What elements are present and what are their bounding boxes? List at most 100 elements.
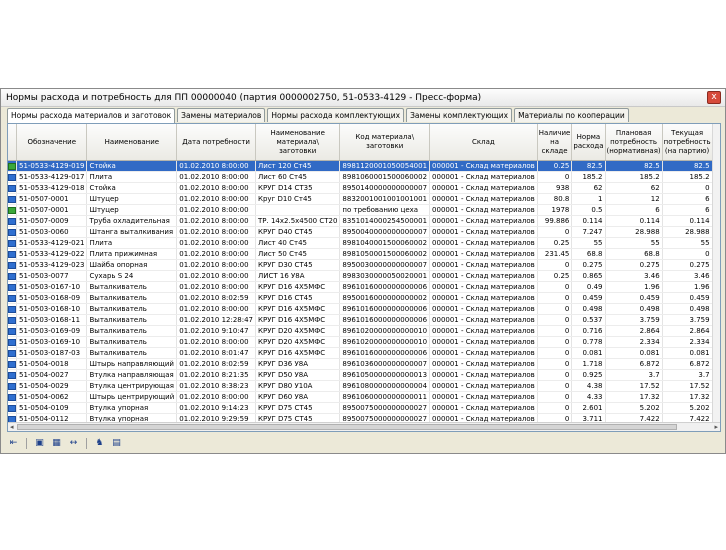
- table-row[interactable]: 51-0503-0060 Штанга выталкивания 01.02.201…: [8, 226, 720, 238]
- table-cell: 8950016000000000002: [339, 292, 431, 304]
- table-row[interactable]: 51-0503-0167-10 Выталкиватель 01.02.2010 8…: [8, 281, 720, 293]
- row-icon-cell: [8, 193, 17, 205]
- horizontal-scrollbar[interactable]: ◂ ▸: [8, 422, 720, 431]
- row-icon-cell: [8, 303, 17, 315]
- table-cell: 8981120001050054001: [339, 160, 431, 172]
- table-row[interactable]: 51-0533-4129-017 Плита 01.02.2010 8:00:00 Л…: [8, 171, 720, 183]
- table-row[interactable]: 51-0503-0169-10 Выталкиватель 01.02.2010 8…: [8, 336, 720, 348]
- table-row[interactable]: 51-0503-0077 Сухарь S 24 01.02.2010 8:00:0…: [8, 270, 720, 282]
- table-row[interactable]: 51-0504-0109 Втулка упорная 01.02.2010 9:1…: [8, 402, 720, 414]
- table-cell: КРУГ D16 4Х5МФС: [255, 303, 341, 315]
- table-cell: 51-0507-0009: [16, 215, 88, 227]
- table-row[interactable]: 51-0504-0062 Штырь центрирующий 01.02.2010…: [8, 391, 720, 403]
- column-header[interactable]: Наименование: [86, 124, 178, 161]
- table-row[interactable]: 51-0507-0009 Труба охладительная 01.02.201…: [8, 215, 720, 227]
- tab-3[interactable]: Замены комплектующих: [406, 108, 513, 122]
- table-cell: [255, 204, 341, 216]
- table-cell: 8981060001500060002: [339, 171, 431, 183]
- column-header[interactable]: Норма расхода: [571, 124, 606, 161]
- table-cell: 01.02.2010 8:00:00: [176, 270, 257, 282]
- table-cell: 0: [537, 380, 573, 392]
- column-header[interactable]: Наличие на складе: [537, 124, 573, 161]
- table-cell: по требованию цеха: [339, 204, 431, 216]
- document-icon: [8, 382, 16, 390]
- table-row[interactable]: 51-0533-4129-022 Плита прижимная 01.02.201…: [8, 248, 720, 260]
- tab-2[interactable]: Нормы расхода комплектующих: [267, 108, 405, 122]
- table-cell: КРУГ D16 4Х5МФС: [255, 281, 341, 293]
- close-button[interactable]: x: [707, 91, 721, 104]
- tab-1[interactable]: Замены материалов: [177, 108, 266, 122]
- column-header[interactable]: Плановая потребность (нормативная): [605, 124, 663, 161]
- table-cell: 17.32: [662, 391, 713, 403]
- tab-4[interactable]: Материалы по кооперации: [514, 108, 629, 122]
- table-cell: 8961016000000000006: [339, 303, 431, 315]
- table-cell: 0.114: [571, 215, 606, 227]
- table-cell: 51-0503-0077: [16, 270, 88, 282]
- table-row[interactable]: 51-0533-4129-023 Шайба опорная 01.02.2010 …: [8, 259, 720, 271]
- filter-icon[interactable]: ▤: [110, 437, 123, 449]
- table-cell: 8950040000000000007: [339, 226, 431, 238]
- vertical-scrollbar[interactable]: [712, 124, 720, 424]
- save-icon[interactable]: ▣: [33, 437, 46, 449]
- table-cell: 185.2: [571, 171, 606, 183]
- table-row[interactable]: 51-0533-4129-019 Стойка 01.02.2010 8:00:00…: [8, 160, 720, 172]
- table-cell: 000001 - Склад материалов: [429, 160, 538, 172]
- table-cell: 0: [537, 314, 573, 326]
- find-icon[interactable]: ♞: [93, 437, 106, 449]
- window-title: Нормы расхода и потребность для ПП 00000…: [6, 92, 482, 103]
- tab-0[interactable]: Нормы расхода материалов и заготовок: [7, 108, 176, 123]
- table-cell: 8950075000000000027: [339, 402, 431, 414]
- exit-icon[interactable]: ⇤: [7, 437, 20, 449]
- table-cell: 0: [537, 336, 573, 348]
- column-header[interactable]: Код материала\ заготовки: [339, 124, 431, 161]
- document-icon: [8, 316, 16, 324]
- document-icon: [8, 327, 16, 335]
- row-icon-cell: [8, 391, 17, 403]
- table-cell: 000001 - Склад материалов: [429, 237, 538, 249]
- table-row[interactable]: 51-0503-0187-03 Выталкиватель 01.02.2010 8…: [8, 347, 720, 359]
- tab-strip: Нормы расхода материалов и заготовок Заме…: [1, 107, 725, 123]
- table-row[interactable]: 51-0504-0027 Втулка направляющая 01.02.201…: [8, 369, 720, 381]
- arrows-icon[interactable]: ↔: [67, 437, 80, 449]
- table-cell: 51-0503-0187-03: [16, 347, 88, 359]
- table-cell: Плита прижимная: [86, 248, 178, 260]
- row-icon-cell: [8, 314, 17, 326]
- grid-icon[interactable]: ▦: [50, 437, 63, 449]
- document-icon: [8, 206, 16, 214]
- table-row[interactable]: 51-0503-0168-11 Выталкиватель 01.02.2010 1…: [8, 314, 720, 326]
- scroll-right-icon[interactable]: ▸: [714, 423, 718, 431]
- table-cell: 000001 - Склад материалов: [429, 325, 538, 337]
- table-cell: 0.459: [605, 292, 663, 304]
- table-row[interactable]: 51-0533-4129-018 Стойка 01.02.2010 8:00:00…: [8, 182, 720, 194]
- table-row[interactable]: 51-0507-0001 Штуцер 01.02.2010 8:00:00 по т…: [8, 204, 720, 216]
- document-icon: [8, 360, 16, 368]
- table-row[interactable]: 51-0504-0018 Штырь направляющий 01.02.2010…: [8, 358, 720, 370]
- table-cell: 000001 - Склад материалов: [429, 215, 538, 227]
- table-cell: 0.459: [571, 292, 606, 304]
- table-row[interactable]: 51-0504-0029 Втулка центрирующая 01.02.201…: [8, 380, 720, 392]
- table-row[interactable]: 51-0533-4129-021 Плита 01.02.2010 8:00:00 Л…: [8, 237, 720, 249]
- table-cell: КРУГ D36 У8А: [255, 358, 341, 370]
- table-row[interactable]: 51-0503-0168-10 Выталкиватель 01.02.2010 8…: [8, 303, 720, 315]
- table-cell: 0.25: [537, 160, 573, 172]
- scroll-left-icon[interactable]: ◂: [10, 423, 14, 431]
- table-cell: Сухарь S 24: [86, 270, 178, 282]
- column-header[interactable]: Дата потребности: [176, 124, 257, 161]
- table-cell: 6: [662, 193, 713, 205]
- table-row[interactable]: 51-0503-0169-09 Выталкиватель 01.02.2010 9…: [8, 325, 720, 337]
- table-row[interactable]: 51-0507-0001 Штуцер 01.02.2010 8:00:00 Круг…: [8, 193, 720, 205]
- table-cell: 01.02.2010 8:38:23: [176, 380, 257, 392]
- table-cell: 1.96: [605, 281, 663, 293]
- column-header[interactable]: Обозначение: [16, 124, 88, 161]
- data-grid[interactable]: Обозначение Наименование Дата потребности Н…: [7, 123, 721, 432]
- table-cell: 6: [662, 204, 713, 216]
- toolbar-separator: [86, 437, 87, 449]
- scroll-thumb[interactable]: [17, 424, 677, 430]
- table-cell: 01.02.2010 12:28:47: [176, 314, 257, 326]
- column-header[interactable]: Текущая потребность (на партию): [662, 124, 713, 161]
- table-cell: Стойка: [86, 182, 178, 194]
- column-header[interactable]: Склад: [429, 124, 538, 161]
- column-header[interactable]: Наименование материала\ заготовки: [255, 124, 341, 161]
- table-row[interactable]: 51-0503-0168-09 Выталкиватель 01.02.2010 8…: [8, 292, 720, 304]
- table-cell: 6: [605, 204, 663, 216]
